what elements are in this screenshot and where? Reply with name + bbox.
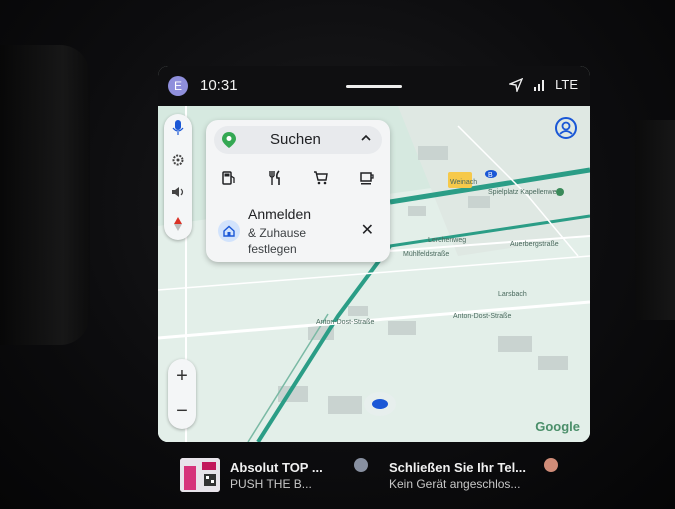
phone-subtitle: Kein Gerät angeschlos... xyxy=(389,477,521,491)
map-label-spielplatz: Spielplatz Kapellenweg xyxy=(488,189,560,196)
media-title: Absolut TOP ... xyxy=(230,460,323,475)
signal-icon xyxy=(534,79,545,91)
restaurant-icon[interactable] xyxy=(264,167,286,189)
media-card[interactable]: Absolut TOP ... PUSH THE B... xyxy=(180,456,368,494)
zoom-out-button[interactable]: − xyxy=(168,394,196,429)
current-location-icon xyxy=(372,399,388,409)
status-indicators: LTE xyxy=(509,77,578,92)
phone-title: Schließen Sie Ihr Tel... xyxy=(389,460,527,475)
coffee-icon[interactable] xyxy=(356,167,378,189)
status-bar: E 10:31 LTE xyxy=(158,66,590,106)
map-label-anton-dost-2: Anton-Dost-Straße xyxy=(453,313,511,320)
clock: 10:31 xyxy=(200,77,238,94)
network-label: LTE xyxy=(555,77,578,92)
park-marker xyxy=(556,188,564,196)
settings-icon[interactable] xyxy=(168,150,188,170)
home-setup-row[interactable]: Anmelden & Zuhause festlegen ✕ xyxy=(214,206,382,260)
search-card: Suchen Anmelden & Zuhause festlegen ✕ xyxy=(206,120,390,262)
map-label-anton-dost-1: Anton-Dost-Straße xyxy=(316,319,374,326)
chevron-up-icon[interactable] xyxy=(360,132,372,144)
left-air-vent xyxy=(0,45,90,345)
phone-icon xyxy=(544,458,558,472)
fuel-icon[interactable] xyxy=(218,167,240,189)
map-label-lerchenweg: Lerchenweg xyxy=(428,237,466,244)
volume-icon[interactable] xyxy=(168,182,188,202)
map-label-muhlfeldstrasse: Mühlfeldstraße xyxy=(403,251,449,258)
zoom-controls: + − xyxy=(168,359,196,429)
microphone-icon[interactable] xyxy=(168,118,188,138)
media-app-icon xyxy=(354,458,368,472)
map-control-rail xyxy=(164,114,192,240)
highway-marker-label: B xyxy=(488,172,493,179)
navigation-arrow-icon xyxy=(509,77,524,92)
shopping-icon[interactable] xyxy=(310,167,332,189)
zoom-in-button[interactable]: + xyxy=(168,359,196,394)
home-subtitle: & Zuhause festlegen xyxy=(248,226,307,256)
home-title: Anmelden xyxy=(248,206,312,222)
google-logo: Google xyxy=(535,419,580,434)
category-row xyxy=(206,164,390,192)
phone-card[interactable]: Schließen Sie Ihr Tel... Kein Gerät ange… xyxy=(385,456,570,494)
right-air-vent xyxy=(635,120,675,320)
drag-handle[interactable] xyxy=(346,85,402,88)
search-label: Suchen xyxy=(270,131,321,148)
home-icon xyxy=(218,220,240,242)
road-shield-label: Weinach xyxy=(450,179,477,186)
album-art xyxy=(180,458,220,492)
bottom-bar: Absolut TOP ... PUSH THE B... Schließen … xyxy=(170,448,570,500)
map-label-auerbergstrasse: Auerbergstraße xyxy=(510,241,559,248)
search-bar[interactable]: Suchen xyxy=(214,126,382,154)
profile-icon[interactable] xyxy=(554,116,578,140)
media-subtitle: PUSH THE B... xyxy=(230,477,312,491)
maps-pin-icon xyxy=(222,132,236,148)
infotainment-screen: E 10:31 LTE Weinach B Spielplatz Kapelle… xyxy=(158,66,590,442)
map-label-larsbach: Larsbach xyxy=(498,291,527,298)
user-avatar[interactable]: E xyxy=(168,76,188,96)
compass-icon[interactable] xyxy=(168,214,188,234)
close-icon[interactable]: ✕ xyxy=(361,220,374,240)
